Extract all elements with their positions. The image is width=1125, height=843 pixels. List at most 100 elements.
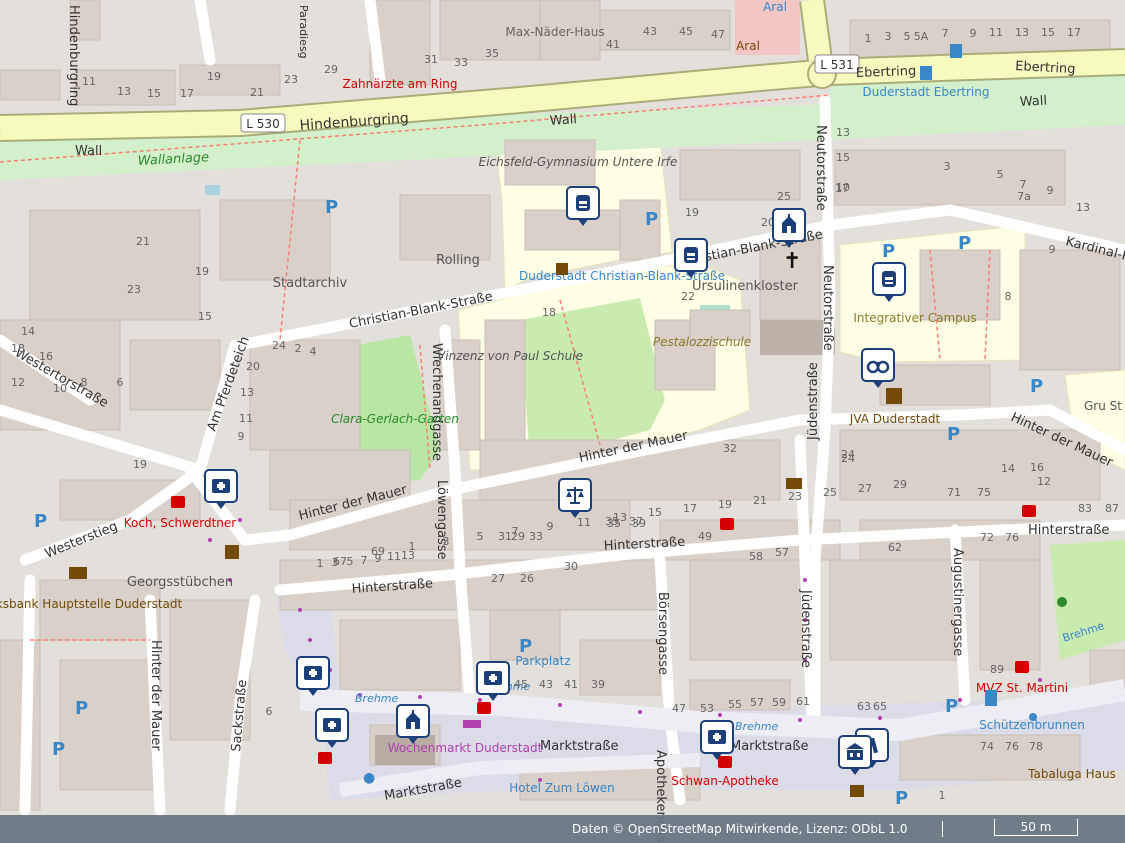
- doctor-marker[interactable]: [296, 656, 330, 696]
- house-number: 22: [681, 290, 695, 303]
- viewpoint-marker[interactable]: [861, 348, 895, 388]
- osm-map[interactable]: L 530 L 531 Hindenburgring Wall Wall Wal…: [0, 0, 1125, 843]
- street-label: Marktstraße: [540, 739, 619, 754]
- church-icon: [782, 214, 796, 233]
- house-number: 39: [591, 678, 605, 691]
- house-number: 57: [750, 696, 764, 709]
- house-number: 19: [718, 498, 732, 511]
- house-number: 61: [796, 695, 810, 708]
- house-number: 10: [53, 382, 67, 395]
- water-patch: [205, 185, 220, 195]
- school-marker[interactable]: [872, 262, 906, 302]
- street-label: Jüdenstraße: [806, 362, 821, 441]
- townhall-marker[interactable]: [838, 735, 872, 775]
- shelter-icon: [556, 263, 568, 275]
- house-number: 55: [728, 698, 742, 711]
- church-marker[interactable]: [396, 704, 430, 744]
- house-number: 4: [310, 345, 317, 358]
- attribution-text[interactable]: Daten © OpenStreetMap Mitwirkende, Lizen…: [572, 822, 908, 836]
- house-number: 9: [238, 430, 245, 443]
- school-icon: [882, 271, 896, 287]
- fountain-icon: ●: [363, 770, 375, 786]
- bus-stop-icon: [950, 44, 962, 58]
- house-number: 8: [81, 376, 88, 389]
- house-number: 13: [1076, 201, 1090, 214]
- doctor-marker[interactable]: [476, 661, 510, 701]
- house-number: 7: [942, 27, 949, 40]
- house-number: 5: [997, 168, 1004, 181]
- poi-label: Max-Näder-Haus: [505, 25, 604, 39]
- house-number: 13: [1015, 26, 1029, 39]
- house-number: 35: [607, 517, 621, 530]
- parking-icon: P: [325, 197, 338, 218]
- house-number: 8: [1005, 290, 1012, 303]
- medical-icon: [708, 730, 726, 744]
- house-number: 23: [127, 283, 141, 296]
- house-number: 29: [324, 63, 338, 76]
- medical-icon: [484, 671, 502, 685]
- house-number: 21: [753, 494, 767, 507]
- house-number: 1: [865, 32, 872, 45]
- house-number: 14: [1001, 462, 1015, 475]
- bus-stop-icon: [920, 66, 932, 80]
- doctor-icon: [477, 702, 491, 714]
- l531-road[interactable]: [801, 0, 831, 62]
- house-number: 21: [250, 86, 264, 99]
- courthouse-marker[interactable]: [558, 478, 592, 518]
- school-marker[interactable]: [674, 238, 708, 278]
- house-number: 13: [117, 85, 131, 98]
- parking-icon: P: [645, 209, 658, 230]
- route-shield-l530: L 530: [240, 113, 286, 133]
- poi-label: Rolling: [436, 253, 480, 268]
- school-icon: [576, 195, 590, 211]
- parking-icon: P: [947, 424, 960, 445]
- house-number: 5: [347, 555, 354, 568]
- doctor-marker[interactable]: [700, 720, 734, 760]
- house-number: 57: [775, 546, 789, 559]
- house-number: 15: [1041, 26, 1055, 39]
- poi-label: Ursulinenkloster: [692, 279, 799, 294]
- house-number: 17: [180, 87, 194, 100]
- house-number: 27: [858, 482, 872, 495]
- doctor-icon: [1022, 505, 1036, 517]
- svg-text:L 531: L 531: [820, 58, 853, 72]
- house-number: 5: [477, 530, 484, 543]
- house-number: 41: [564, 678, 578, 691]
- doctor-marker[interactable]: [204, 469, 238, 509]
- house-number: 47: [711, 28, 725, 41]
- house-number: 5: [904, 30, 911, 43]
- house-number: 62: [888, 541, 902, 554]
- street-label: Hinter der Mauer: [148, 640, 163, 751]
- house-number: 2: [295, 342, 302, 355]
- street-label: Börsengasse: [655, 592, 670, 675]
- house-number: 76: [1005, 531, 1019, 544]
- church-marker[interactable]: [772, 208, 806, 248]
- binoculars-icon: [866, 360, 890, 374]
- doctor-icon: [1015, 661, 1029, 673]
- poi-label: Aral: [736, 39, 760, 53]
- house-number: 26: [520, 572, 534, 585]
- house-number: 3: [885, 30, 892, 43]
- parking-icon: P: [519, 636, 532, 657]
- house-number: 9: [1047, 184, 1054, 197]
- house-number: 16: [39, 350, 53, 363]
- house-number: 43: [643, 25, 657, 38]
- house-number: 18: [542, 306, 556, 319]
- house-number: 19: [685, 206, 699, 219]
- house-number: 45: [514, 678, 528, 691]
- house-number: 24: [272, 339, 286, 352]
- house-number: 27: [491, 572, 505, 585]
- house-number: 29: [893, 478, 907, 491]
- doctor-marker[interactable]: [315, 708, 349, 748]
- street-label: Marktstraße: [730, 739, 809, 754]
- house-number: 15: [836, 151, 850, 164]
- school-marker[interactable]: [566, 186, 600, 226]
- house-number: 13: [836, 126, 850, 139]
- house-number: 12: [11, 376, 25, 389]
- parking-icon: P: [75, 698, 88, 719]
- poi-label: Eichsfeld-Gymnasium Untere Irfe: [479, 155, 678, 169]
- parking-icon: P: [958, 233, 971, 254]
- marketplace-icon: [463, 720, 481, 728]
- poi-label: Schwan-Apotheke: [671, 774, 778, 788]
- poi-label: JVA Duderstadt: [849, 412, 941, 426]
